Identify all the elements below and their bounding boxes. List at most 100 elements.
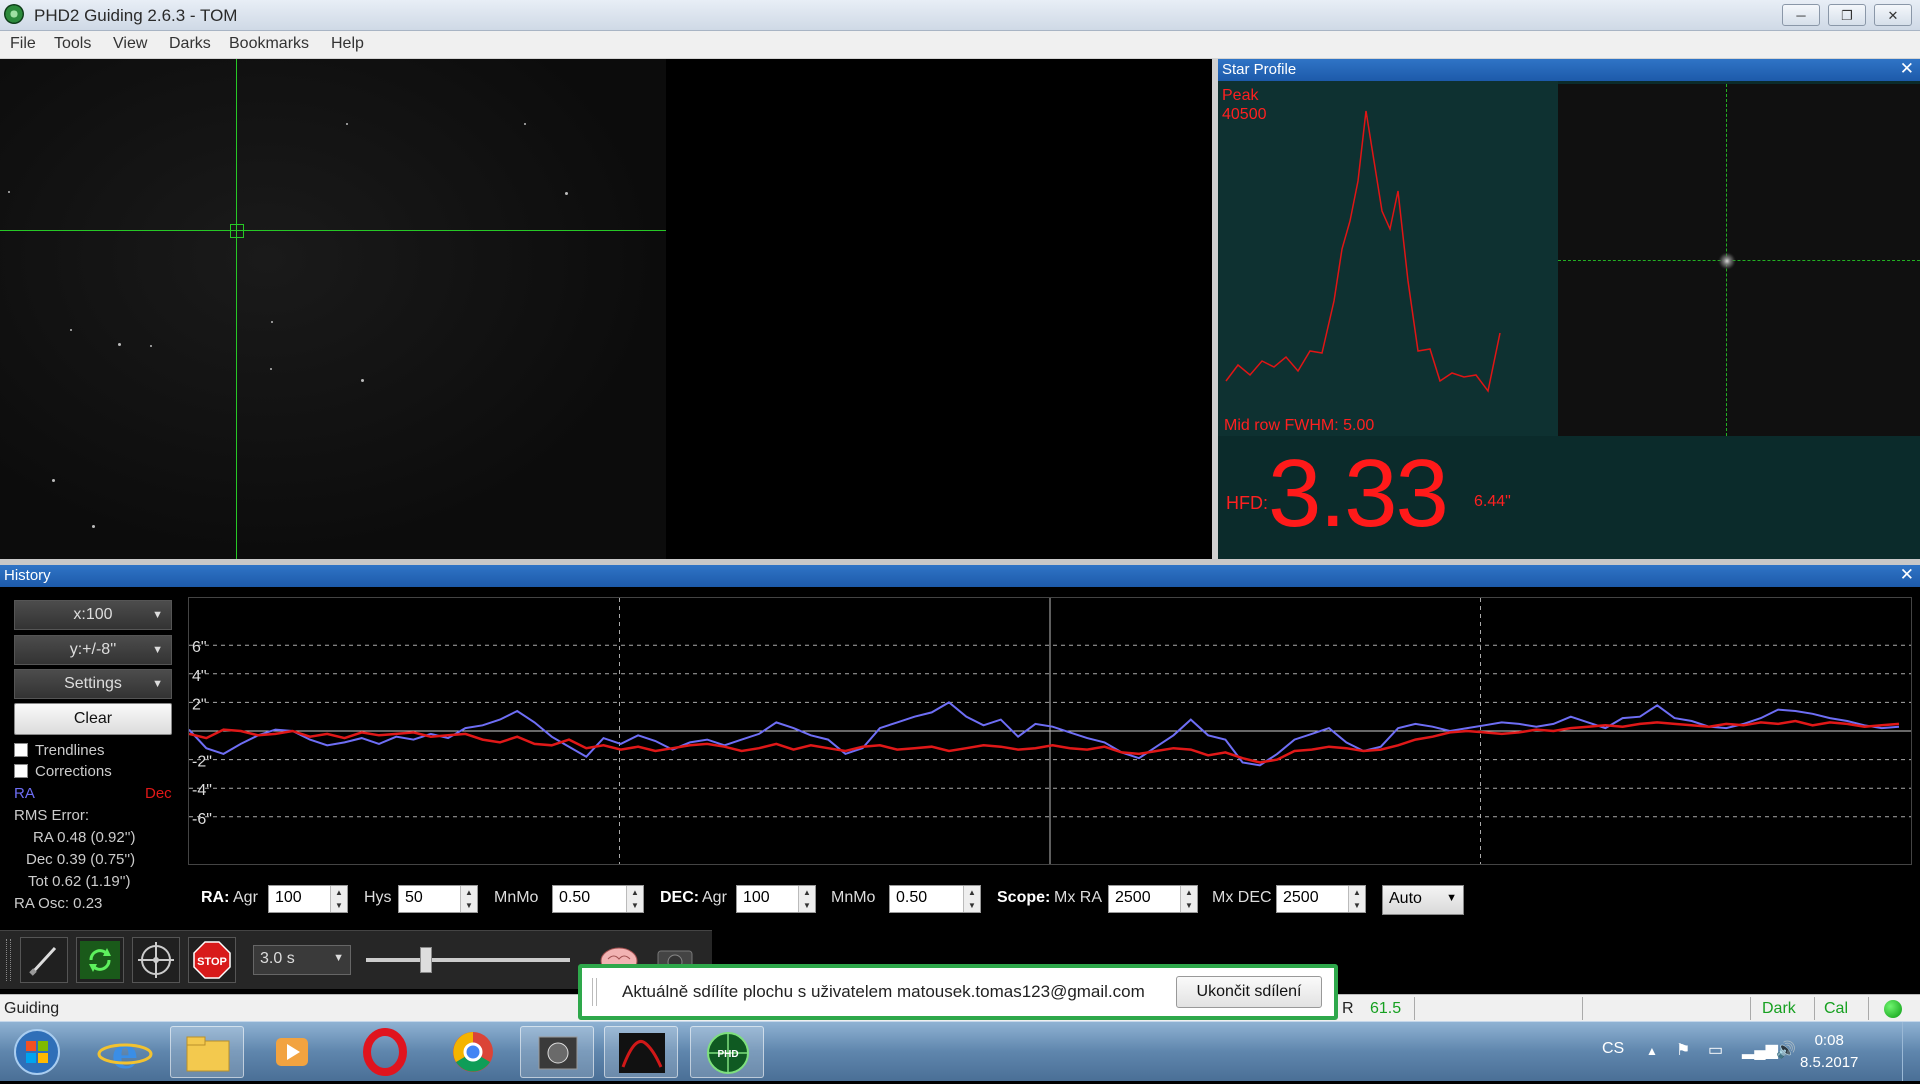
mxdec-value: 2500	[1283, 889, 1319, 906]
spinner-arrows-icon[interactable]: ▲ ▼	[963, 886, 980, 912]
show-desktop-button[interactable]	[1902, 1022, 1920, 1081]
guide-star-image	[1718, 252, 1736, 270]
spinner-arrows-icon[interactable]: ▲ ▼	[1180, 886, 1197, 912]
volume-icon[interactable]: 🔊	[1776, 1040, 1796, 1060]
status-divider	[1582, 997, 1583, 1020]
dark-indicator: Dark	[1762, 1000, 1796, 1017]
taskbar-file-explorer[interactable]	[170, 1026, 244, 1078]
stop-sharing-button[interactable]: Ukončit sdílení	[1176, 976, 1322, 1008]
restore-button[interactable]: ❐	[1828, 4, 1866, 26]
spinner-arrows-icon[interactable]: ▲ ▼	[626, 886, 643, 912]
loop-button[interactable]	[76, 937, 124, 983]
menu-bookmarks[interactable]: Bookmarks	[229, 35, 309, 53]
menu-help[interactable]: Help	[331, 35, 364, 53]
power-icon[interactable]: ▭	[1708, 1040, 1723, 1060]
menu-file[interactable]: File	[10, 35, 36, 53]
tray-expand-icon[interactable]: ▲	[1646, 1044, 1658, 1058]
mxra-spinner[interactable]: 2500 ▲ ▼	[1108, 885, 1198, 913]
spinner-arrows-icon[interactable]: ▲ ▼	[460, 886, 477, 912]
camera-frame[interactable]	[0, 59, 666, 559]
mxdec-spinner[interactable]: 2500 ▲ ▼	[1276, 885, 1366, 913]
hys-spinner[interactable]: 50 ▲ ▼	[398, 885, 478, 913]
internet-explorer-icon: e	[97, 1029, 153, 1078]
taskbar-media-player[interactable]	[256, 1026, 330, 1078]
camera-view[interactable]	[0, 59, 1212, 559]
menu-tools[interactable]: Tools	[54, 35, 91, 53]
media-player-icon	[276, 1038, 308, 1066]
dec-rms: Dec 0.39 (0.75'')	[26, 851, 136, 868]
ra-agr-spinner[interactable]: 100 ▲ ▼	[268, 885, 348, 913]
toolbar-grip[interactable]	[6, 939, 11, 981]
guide-button[interactable]	[132, 937, 180, 983]
clear-button[interactable]: Clear	[14, 703, 172, 735]
trendlines-checkbox[interactable]	[14, 743, 28, 757]
dec-agr-label: Agr	[702, 889, 727, 906]
taskbar-chrome[interactable]	[436, 1026, 510, 1078]
dec-agr-spinner[interactable]: 100 ▲ ▼	[736, 885, 816, 913]
y-scale-dropdown[interactable]: y:+/-8'' ▼	[14, 635, 172, 665]
curve-app-icon	[619, 1033, 665, 1073]
equipment-button[interactable]	[20, 937, 68, 983]
fwhm-readout: Mid row FWHM: 5.00	[1224, 417, 1375, 434]
menu-view[interactable]: View	[113, 35, 147, 53]
mxra-value: 2500	[1115, 889, 1151, 906]
history-title: History	[4, 567, 51, 584]
star-profile-title: Star Profile	[1222, 61, 1297, 78]
star	[52, 479, 55, 482]
dec-mnmo-label: MnMo	[831, 889, 876, 906]
history-graph[interactable]: 6" 4" 2" -2" -4" -6"	[188, 597, 1912, 865]
star-profile-close-icon[interactable]: ✕	[1900, 59, 1914, 79]
corrections-checkbox[interactable]	[14, 764, 28, 778]
stop-button[interactable]: STOP	[188, 937, 236, 983]
ra-series-line	[188, 701, 1900, 767]
taskbar-red-curve-app[interactable]	[604, 1026, 678, 1078]
taskbar-phd2[interactable]: PHD	[690, 1026, 764, 1078]
ra-mnmo-spinner[interactable]: 0.50 ▲ ▼	[552, 885, 644, 913]
spinner-arrows-icon[interactable]: ▲ ▼	[798, 886, 815, 912]
menu-darks[interactable]: Darks	[169, 35, 211, 53]
star	[271, 321, 273, 323]
settings-dropdown[interactable]: Settings ▼	[14, 669, 172, 699]
dec-group-label: DEC:	[660, 889, 700, 906]
exposure-dropdown[interactable]: 3.0 s ▼	[253, 945, 351, 975]
hys-label: Hys	[364, 889, 392, 906]
menu-bar: File Tools View Darks Bookmarks Help	[0, 31, 1920, 59]
y-tick-label: -4"	[192, 782, 212, 799]
star-thumbnail	[1558, 84, 1920, 436]
x-scale-dropdown[interactable]: x:100 ▼	[14, 600, 172, 630]
connection-led-icon	[1884, 1000, 1902, 1018]
chevron-down-icon: ▼	[1446, 892, 1457, 904]
network-icon[interactable]: ▂▄▆	[1742, 1040, 1778, 1060]
chrome-icon	[453, 1032, 493, 1072]
guide-controls-row: RA: Agr 100 ▲ ▼ Hys 50 ▲ ▼ MnMo 0.50 ▲ ▼ DE…	[0, 883, 1920, 915]
status-divider	[1868, 997, 1869, 1020]
language-indicator[interactable]: CS	[1602, 1040, 1624, 1058]
taskbar: e PHD CS ▲ ⚑ ▭ ▂▄▆ 🔊 0:08 8.5.2017	[0, 1021, 1920, 1081]
dec-mode-dropdown[interactable]: Auto ▼	[1382, 885, 1464, 915]
taskbar-internet-explorer[interactable]: e	[88, 1026, 162, 1078]
history-panel: History ✕ x:100 ▼ y:+/-8'' ▼ Settings ▼ …	[0, 565, 1920, 930]
spinner-arrows-icon[interactable]: ▲ ▼	[1348, 886, 1365, 912]
dec-series-line	[188, 719, 1900, 764]
mxdec-label: Mx DEC	[1212, 889, 1272, 906]
taskbar-opera[interactable]	[348, 1026, 422, 1078]
dec-mnmo-spinner[interactable]: 0.50 ▲ ▼	[889, 885, 981, 913]
history-close-icon[interactable]: ✕	[1900, 565, 1914, 585]
taskbar-camera-app[interactable]	[520, 1026, 594, 1078]
star	[346, 123, 348, 125]
gamma-slider-thumb[interactable]	[420, 947, 432, 973]
close-button[interactable]: ✕	[1874, 4, 1912, 26]
system-clock[interactable]: 0:08 8.5.2017	[1800, 1030, 1858, 1074]
minimize-button[interactable]: ─	[1782, 4, 1820, 26]
action-center-icon[interactable]: ⚑	[1676, 1040, 1690, 1060]
peak-label: Peak	[1222, 87, 1259, 104]
star	[361, 379, 364, 382]
spinner-arrows-icon[interactable]: ▲ ▼	[330, 886, 347, 912]
banner-drag-handle[interactable]	[592, 978, 597, 1006]
svg-text:STOP: STOP	[197, 956, 227, 968]
gamma-slider-track[interactable]	[366, 958, 570, 962]
svg-text:PHD: PHD	[717, 1049, 738, 1060]
star	[8, 191, 10, 193]
start-button[interactable]	[4, 1026, 70, 1078]
mxra-label: Mx RA	[1054, 889, 1102, 906]
